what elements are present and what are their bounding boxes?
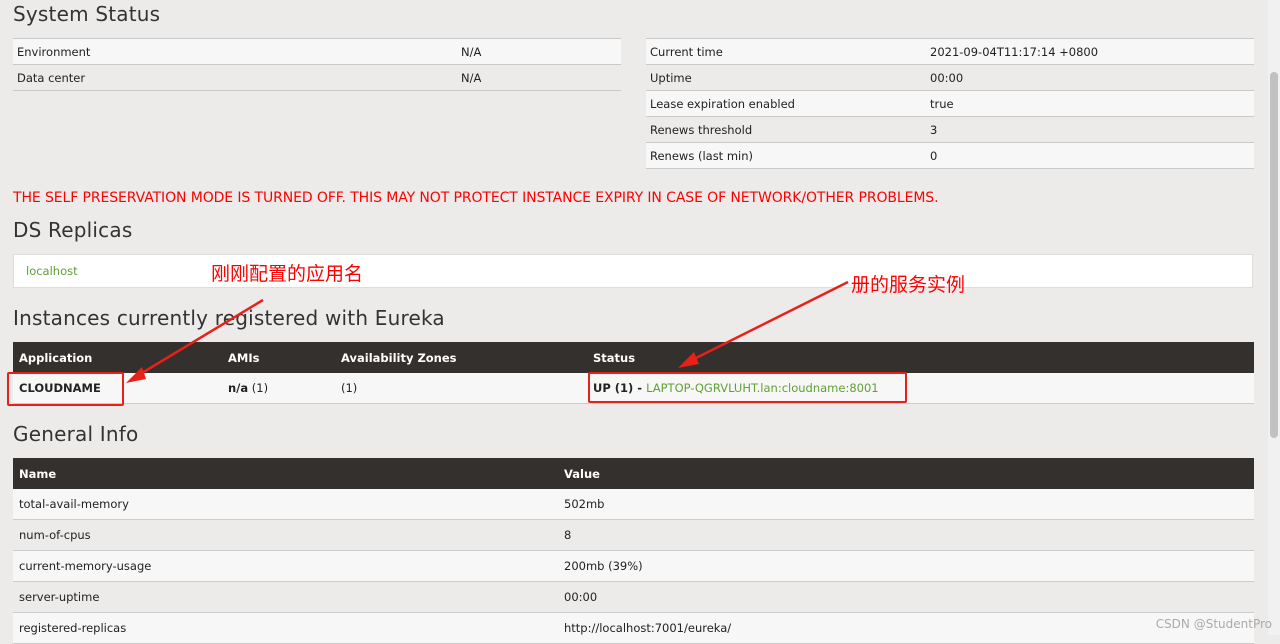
scrollbar-thumb[interactable] <box>1270 72 1278 438</box>
arrow-to-instance <box>678 280 849 368</box>
arrow-to-app-name <box>126 298 264 383</box>
annotation-arrows <box>126 280 849 383</box>
vertical-scrollbar[interactable] <box>1268 0 1280 635</box>
watermark: CSDN @StudentPro <box>1155 617 1272 631</box>
